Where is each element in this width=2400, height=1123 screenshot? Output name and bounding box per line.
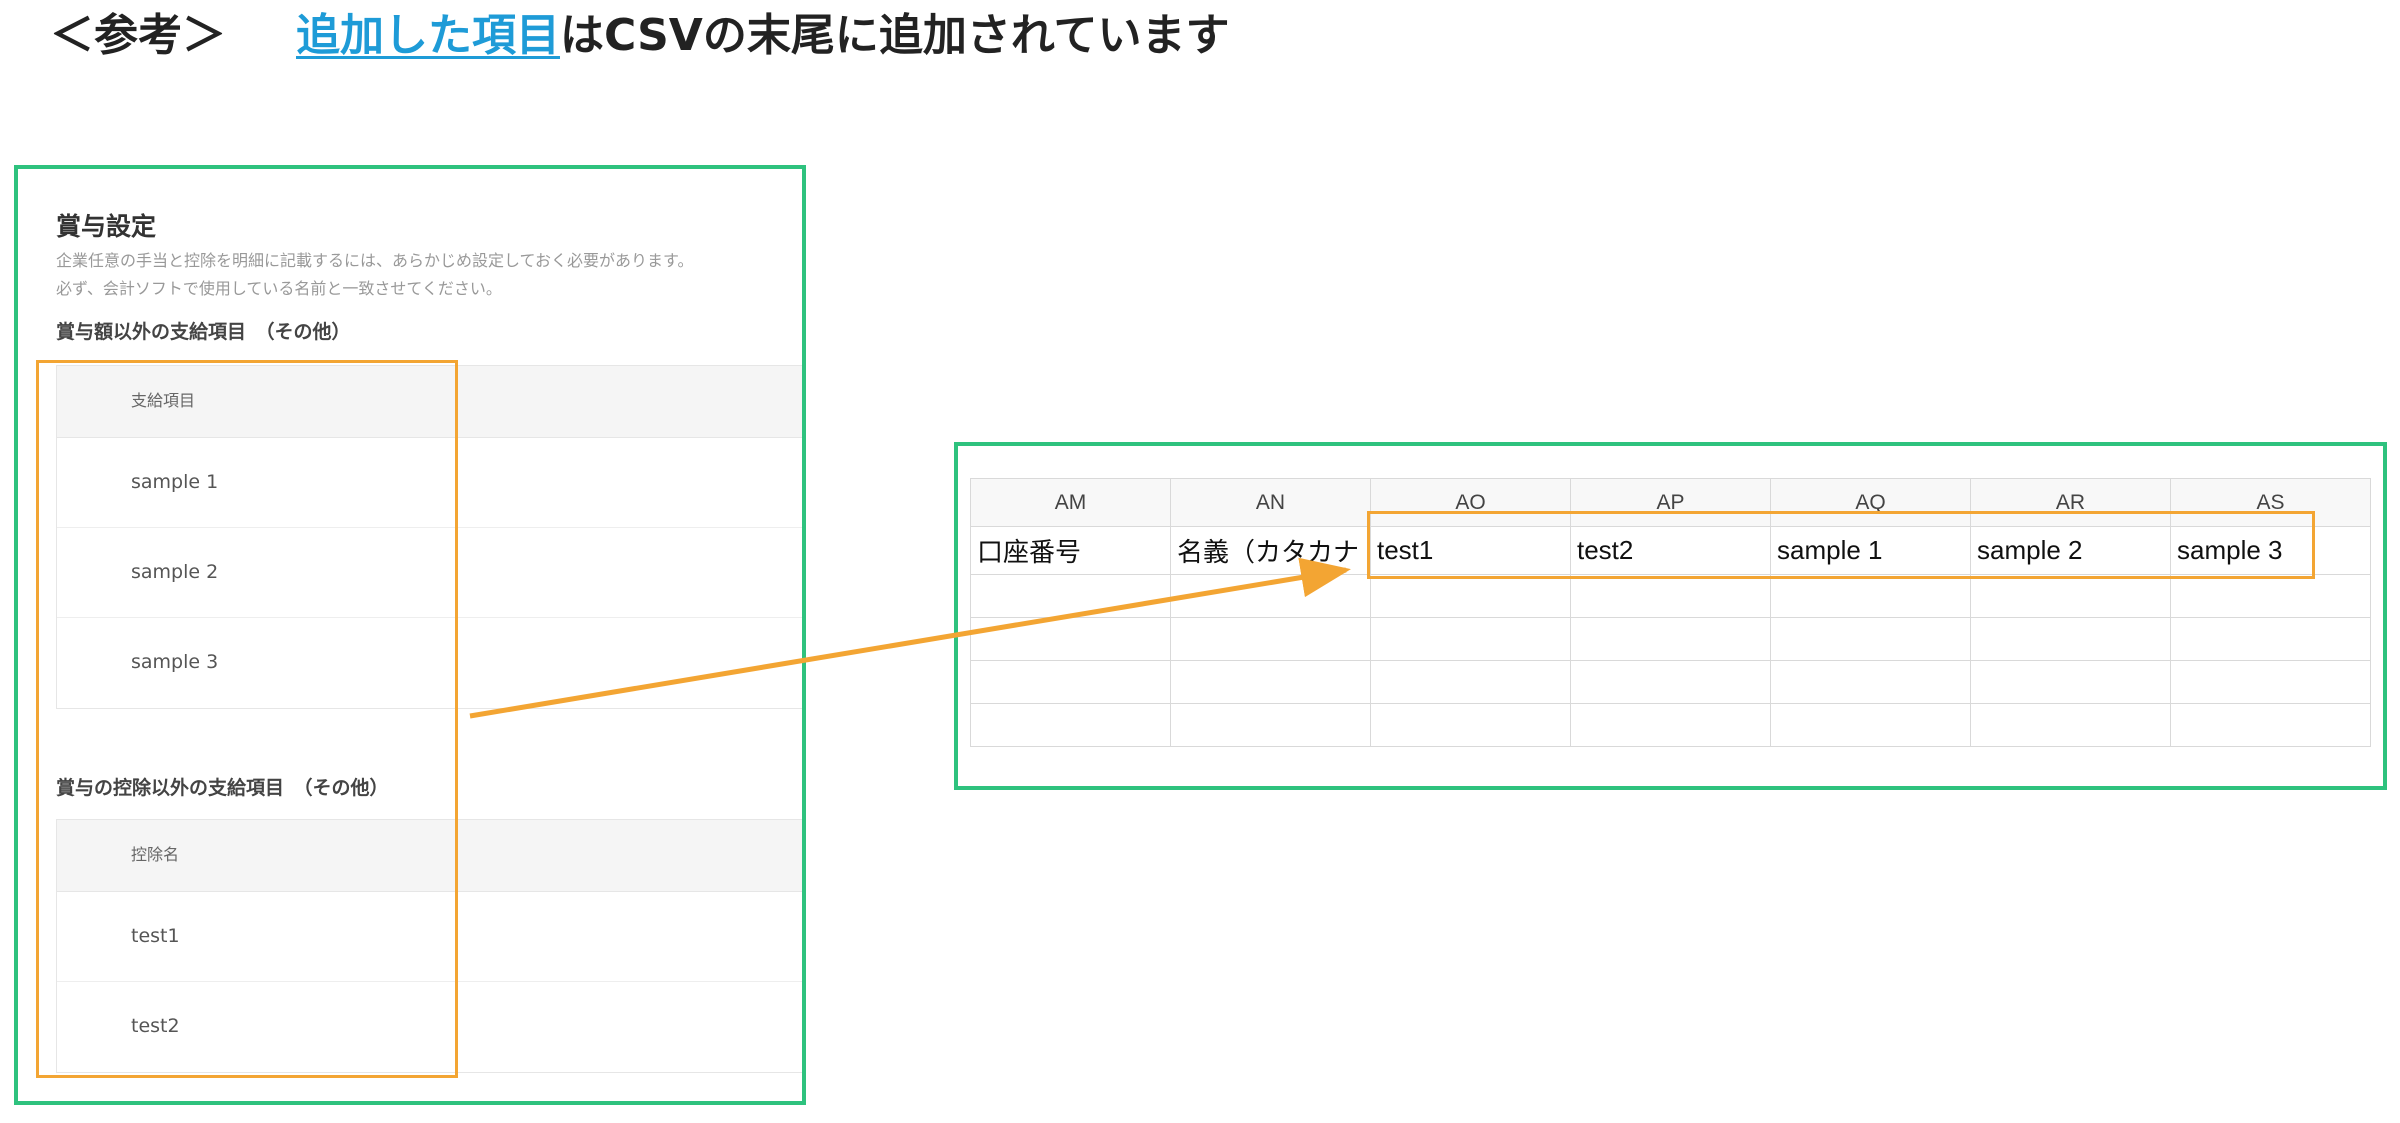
mapping-arrow: [469, 557, 1351, 719]
